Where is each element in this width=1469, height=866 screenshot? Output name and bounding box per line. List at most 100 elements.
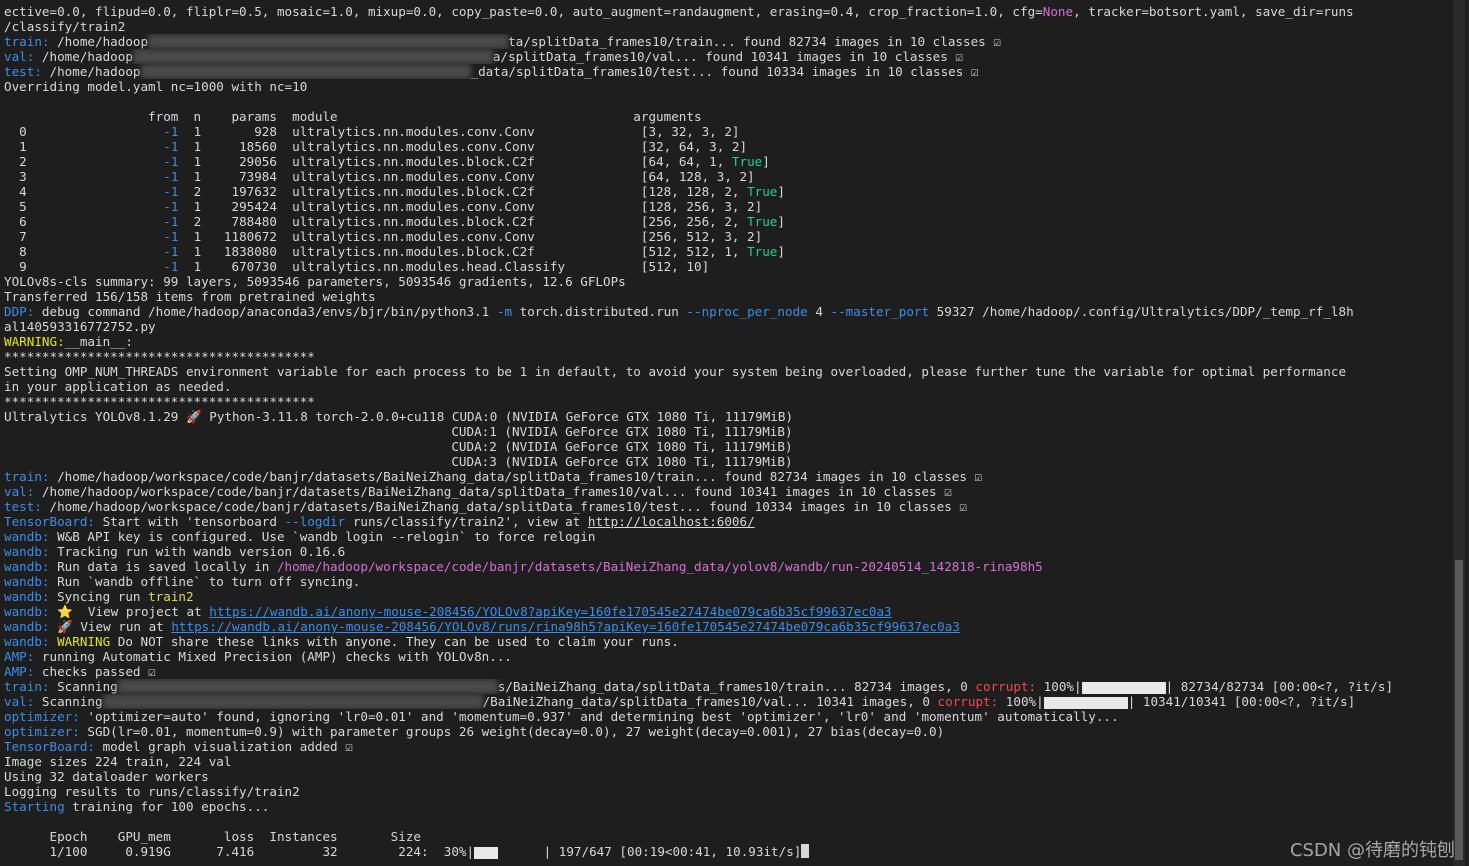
terminal-text: ta/splitData_frames10/train... found 827… — [508, 34, 1001, 49]
watermark: CSDN @待磨的钝刨 — [1289, 840, 1455, 861]
terminal-text: Scanning — [34, 694, 103, 709]
terminal-text: _data/splitData_frames10/test... found 1… — [470, 64, 979, 79]
terminal-text: 1 — [4, 139, 164, 154]
terminal-text: Start with 'tensorboard — [95, 514, 285, 529]
terminal-text: 7 — [4, 229, 164, 244]
progress-bar-fill — [474, 846, 499, 859]
terminal-text: 0 — [4, 124, 164, 139]
terminal-text: /home/hadoop/workspace/code/banjr/datase… — [276, 559, 1043, 574]
terminal-text: CUDA:1 (NVIDIA GeForce GTX 1080 Ti, 1117… — [4, 424, 793, 439]
terminal-text: WARNING: — [4, 334, 65, 349]
terminal-line: ective=0.0, flipud=0.0, fliplr=0.5, mosa… — [4, 4, 1449, 19]
terminal-text: 100%| — [1036, 679, 1082, 694]
terminal-line: train: /home/hadoop ta/splitData_frames10… — [4, 34, 1449, 49]
terminal-text: WARNING — [57, 634, 111, 649]
terminal-line: val: /home/hadoop a/splitData_frames10/va… — [4, 49, 1449, 64]
scrollbar-thumb[interactable] — [1455, 560, 1463, 860]
terminal-text: -1 — [163, 169, 179, 184]
terminal-line: wandb: 🚀 View run at https://wandb.ai/an… — [4, 619, 1449, 634]
terminal-text: Overriding model.yaml nc=1000 with nc=10 — [4, 79, 308, 94]
terminal-link[interactable]: http://localhost:6006/ — [588, 514, 755, 529]
vertical-scrollbar[interactable] — [1453, 0, 1465, 866]
terminal-line: ****************************************… — [4, 349, 1449, 364]
terminal-text: train: — [4, 34, 50, 49]
terminal-text: 3 — [4, 169, 164, 184]
terminal-output[interactable]: ective=0.0, flipud=0.0, fliplr=0.5, mosa… — [4, 4, 1449, 859]
terminal-text: in your application as needed. — [4, 379, 232, 394]
terminal-text: 1 29056 ultralytics.nn.modules.block.C2f… — [178, 154, 732, 169]
terminal-text: wandb: — [4, 529, 50, 544]
terminal-text: 6 — [4, 214, 164, 229]
terminal-text: val: — [4, 49, 35, 64]
terminal-line: 9 -1 1 670730 ultralytics.nn.modules.hea… — [4, 259, 1449, 274]
terminal-line: 1 -1 1 18560 ultralytics.nn.modules.conv… — [4, 139, 1449, 154]
terminal-text: --logdir — [284, 514, 346, 529]
terminal-text: 1 1180672 ultralytics.nn.modules.conv.Co… — [178, 229, 763, 244]
terminal-link[interactable]: https://wandb.ai/anony-mouse-208456/YOLO… — [171, 619, 960, 634]
terminal-text: wandb: — [4, 559, 50, 574]
terminal-text: 59327 /home/hadoop/.config/Ultralytics/D… — [929, 304, 1354, 319]
terminal-text: debug command /home/hadoop/anaconda3/env… — [34, 304, 497, 319]
terminal-text: , tracker=botsort.yaml, save_dir=runs — [1073, 4, 1354, 19]
terminal-text: 2 788480 ultralytics.nn.modules.block.C2… — [178, 214, 748, 229]
terminal-text: 1 670730 ultralytics.nn.modules.head.Cla… — [178, 259, 710, 274]
terminal-text: 1 73984 ultralytics.nn.modules.conv.Conv… — [178, 169, 755, 184]
terminal-text: wandb: — [4, 574, 50, 589]
terminal-line: test: /home/hadoop/workspace/code/banjr/… — [4, 499, 1449, 514]
terminal-text: 1 18560 ultralytics.nn.modules.conv.Conv… — [178, 139, 748, 154]
terminal-text: Setting OMP_NUM_THREADS environment vari… — [4, 364, 1347, 379]
terminal-line: Starting training for 100 epochs... — [4, 799, 1449, 814]
terminal-text: True — [731, 154, 763, 169]
terminal-line: /classify/train2 — [4, 19, 1449, 34]
terminal-text: -1 — [163, 139, 179, 154]
terminal-text: Run `wandb offline` to turn off syncing. — [49, 574, 361, 589]
terminal-line: Epoch GPU_mem loss Instances Size — [4, 829, 1449, 844]
terminal-line: wandb: W&B API key is configured. Use `w… — [4, 529, 1449, 544]
terminal-text: | 10341/10341 [00:00<?, ?it/s] — [1127, 694, 1356, 709]
terminal-text: ****************************************… — [4, 394, 315, 409]
terminal-text: training for 100 epochs... — [64, 799, 270, 814]
terminal-text: checks passed ☑ — [34, 664, 156, 679]
terminal-line: al140593316772752.py — [4, 319, 1449, 334]
terminal-text: test: — [4, 499, 42, 514]
terminal-line: train: Scanning s/BaiNeiZhang_data/splitD… — [4, 679, 1449, 694]
terminal-text: Scanning — [49, 679, 118, 694]
terminal-line: wandb: ⭐ View project at https://wandb.a… — [4, 604, 1449, 619]
terminal-line: 4 -1 2 197632 ultralytics.nn.modules.blo… — [4, 184, 1449, 199]
terminal-line: optimizer: 'optimizer=auto' found, ignor… — [4, 709, 1449, 724]
terminal-text: 2 197632 ultralytics.nn.modules.block.C2… — [178, 184, 748, 199]
terminal-line: Logging results to runs/classify/train2 — [4, 784, 1449, 799]
terminal-line: Using 32 dataloader workers — [4, 769, 1449, 784]
terminal-text: s/BaiNeiZhang_data/splitData_frames10/tr… — [497, 679, 976, 694]
terminal-text: /home/hadoop/workspace/code/banjr/datase… — [34, 484, 952, 499]
redacted-blur — [148, 34, 509, 49]
terminal-line: val: Scanning/BaiNeiZhang_data/splitData… — [4, 694, 1449, 709]
terminal-line: Image sizes 224 train, 224 val — [4, 754, 1449, 769]
terminal-line: DDP: debug command /home/hadoop/anaconda… — [4, 304, 1449, 319]
terminal-text: DDP: — [4, 304, 35, 319]
terminal-link[interactable]: https://wandb.ai/anony-mouse-208456/YOLO… — [209, 604, 891, 619]
terminal-text: ective=0.0, flipud=0.0, fliplr=0.5, mosa… — [4, 4, 1043, 19]
terminal-text: -1 — [163, 124, 179, 139]
terminal-text: -1 — [163, 244, 179, 259]
terminal-text: wandb: — [4, 634, 50, 649]
terminal-text: Using 32 dataloader workers — [4, 769, 209, 784]
terminal-text: Tracking run with wandb version 0.16.6 — [49, 544, 346, 559]
terminal-text: Syncing run — [49, 589, 149, 604]
terminal-line: wandb: Tracking run with wandb version 0… — [4, 544, 1449, 559]
terminal-line: CUDA:2 (NVIDIA GeForce GTX 1080 Ti, 1117… — [4, 439, 1449, 454]
terminal-line: AMP: running Automatic Mixed Precision (… — [4, 649, 1449, 664]
terminal-text: wandb: — [4, 604, 50, 619]
terminal-text: --nproc_per_node — [686, 304, 808, 319]
terminal-text: corrupt: — [937, 694, 999, 709]
terminal-line: val: /home/hadoop/workspace/code/banjr/d… — [4, 484, 1449, 499]
terminal-line: TensorBoard: Start with 'tensorboard --l… — [4, 514, 1449, 529]
terminal-line: YOLOv8s-cls summary: 99 layers, 5093546 … — [4, 274, 1449, 289]
terminal-text: -1 — [163, 184, 179, 199]
terminal-text: TensorBoard: — [4, 514, 95, 529]
terminal-text: | 197/647 [00:19<00:41, 10.93it/s] — [498, 844, 802, 859]
terminal-line: WARNING:__main__: — [4, 334, 1449, 349]
terminal-cursor — [801, 844, 810, 858]
terminal-text: 8 — [4, 244, 164, 259]
